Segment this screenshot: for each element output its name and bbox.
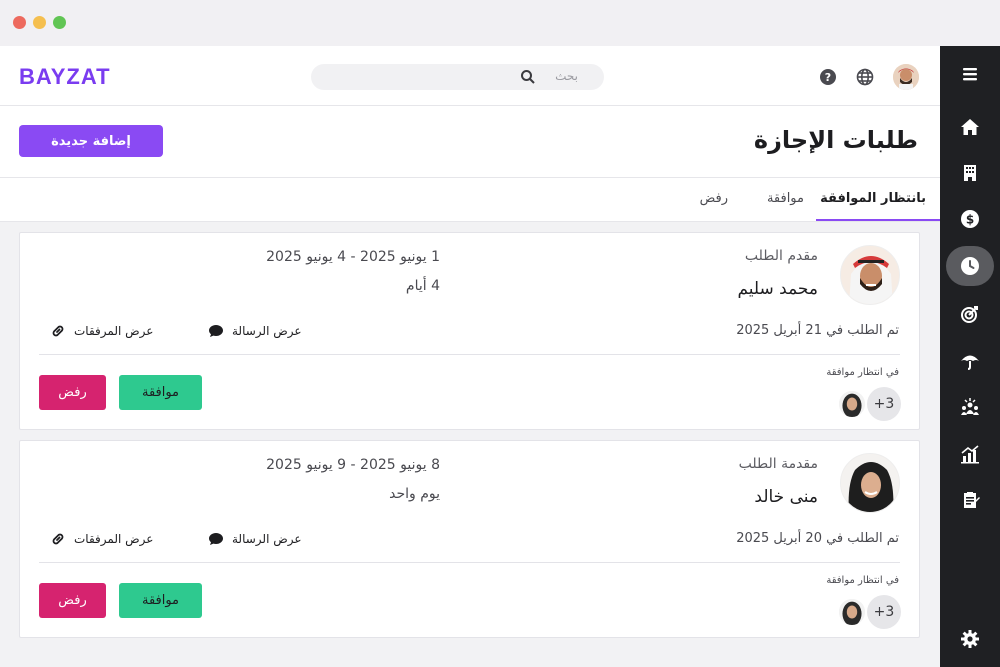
sidebar-item-home[interactable]: [946, 107, 994, 147]
clipboard-icon: [964, 492, 980, 508]
home-icon: [961, 119, 979, 135]
requested-date: تم الطلب في 21 أبريل 2025: [736, 323, 899, 338]
more-approvers-count: +3: [867, 595, 901, 629]
requested-date: تم الطلب في 20 أبريل 2025: [736, 531, 899, 546]
tab-approved[interactable]: موافقة: [767, 191, 804, 206]
leave-request-card: مقدم الطلب محمد سليم 1 يونيو 2025 - 4 يو…: [19, 232, 920, 430]
clock-icon: [961, 257, 979, 275]
more-approvers-count: +3: [867, 387, 901, 421]
building-icon: [964, 165, 976, 181]
requester-role-label: مقدمة الطلب: [738, 456, 818, 472]
requester-name: منى خالد: [754, 487, 818, 507]
sidebar-item-goals[interactable]: [946, 294, 994, 334]
approve-button[interactable]: موافقة: [119, 583, 202, 618]
view-message-link[interactable]: عرض الرسالة: [208, 531, 302, 547]
pending-approval-label: في انتظار موافقة: [826, 575, 899, 586]
sidebar-item-insurance[interactable]: [946, 341, 994, 381]
approve-button[interactable]: موافقة: [119, 375, 202, 410]
app-logo[interactable]: BAYZAT: [19, 64, 111, 90]
chart-icon: [961, 445, 979, 464]
search-input[interactable]: بحث: [311, 64, 604, 90]
minimize-window-button[interactable]: [33, 16, 46, 29]
umbrella-icon: [961, 355, 979, 370]
sidebar: $: [940, 46, 1000, 667]
link-icon: [52, 533, 64, 545]
page-title: طلبات الإجازة: [753, 126, 918, 154]
sidebar-item-reports[interactable]: [946, 434, 994, 474]
dollar-icon: $: [961, 210, 979, 228]
view-attachments-label: عرض المرفقات: [74, 532, 154, 546]
page-header: طلبات الإجازة إضافة جديدة: [0, 106, 940, 178]
view-attachments-label: عرض المرفقات: [74, 324, 154, 338]
chat-icon: [209, 533, 223, 545]
sidebar-item-menu[interactable]: [946, 54, 994, 94]
tab-rejected[interactable]: رفض: [700, 191, 728, 206]
people-icon: [961, 398, 979, 415]
tab-pending[interactable]: بانتظار الموافقة: [820, 191, 926, 206]
requester-role-label: مقدم الطلب: [744, 248, 818, 264]
pending-approval-label: في انتظار موافقة: [826, 367, 899, 378]
top-bar: BAYZAT بحث ?: [0, 46, 940, 106]
requester-photo: [840, 453, 900, 513]
divider: [39, 354, 900, 355]
help-icon[interactable]: ?: [819, 68, 837, 86]
view-attachments-link[interactable]: عرض المرفقات: [50, 531, 153, 547]
globe-icon[interactable]: [856, 68, 874, 86]
active-tab-indicator: [816, 219, 940, 221]
requester-photo: [840, 245, 900, 305]
tab-bar: بانتظار الموافقة موافقة رفض: [0, 178, 940, 222]
leave-request-card: مقدمة الطلب منى خالد 8 يونيو 2025 - 9 يو…: [19, 440, 920, 638]
view-message-link[interactable]: عرض الرسالة: [208, 323, 302, 339]
view-message-label: عرض الرسالة: [232, 324, 302, 338]
reject-button[interactable]: رفض: [39, 375, 106, 410]
approver-avatar: [837, 389, 867, 419]
sidebar-item-settings[interactable]: [946, 619, 994, 659]
search-icon: [521, 70, 535, 84]
close-window-button[interactable]: [13, 16, 26, 29]
svg-text:$: $: [966, 213, 974, 227]
search-placeholder: بحث: [555, 69, 578, 83]
user-avatar[interactable]: [893, 64, 919, 90]
sidebar-item-people[interactable]: [946, 387, 994, 427]
sidebar-item-payroll[interactable]: $: [946, 199, 994, 239]
gear-icon: [961, 630, 979, 648]
approver-avatar: [837, 597, 867, 627]
leave-dates: 1 يونيو 2025 - 4 يونيو 2025: [266, 249, 440, 265]
approvers-group[interactable]: +3: [837, 387, 901, 421]
leave-duration: 4 أيام: [405, 278, 440, 294]
svg-text:?: ?: [825, 71, 831, 84]
sidebar-item-company[interactable]: [946, 153, 994, 193]
leave-duration: يوم واحد: [389, 486, 440, 502]
reject-button[interactable]: رفض: [39, 583, 106, 618]
link-icon: [52, 325, 64, 337]
leave-dates: 8 يونيو 2025 - 9 يونيو 2025: [266, 457, 440, 473]
view-attachments-link[interactable]: عرض المرفقات: [50, 323, 153, 339]
menu-icon: [963, 68, 977, 81]
approvers-group[interactable]: +3: [837, 595, 901, 629]
sidebar-item-tasks[interactable]: [946, 480, 994, 520]
requester-name: محمد سليم: [737, 279, 818, 299]
add-new-button[interactable]: إضافة جديدة: [19, 125, 163, 157]
maximize-window-button[interactable]: [53, 16, 66, 29]
window-titlebar: [0, 0, 1000, 46]
divider: [39, 562, 900, 563]
chat-icon: [209, 325, 223, 337]
main-area: BAYZAT بحث ? طلبات الإجازة إضافة جديدة ب…: [0, 46, 940, 667]
sidebar-item-time-off[interactable]: [946, 246, 994, 286]
view-message-label: عرض الرسالة: [232, 532, 302, 546]
target-icon: [961, 306, 978, 323]
